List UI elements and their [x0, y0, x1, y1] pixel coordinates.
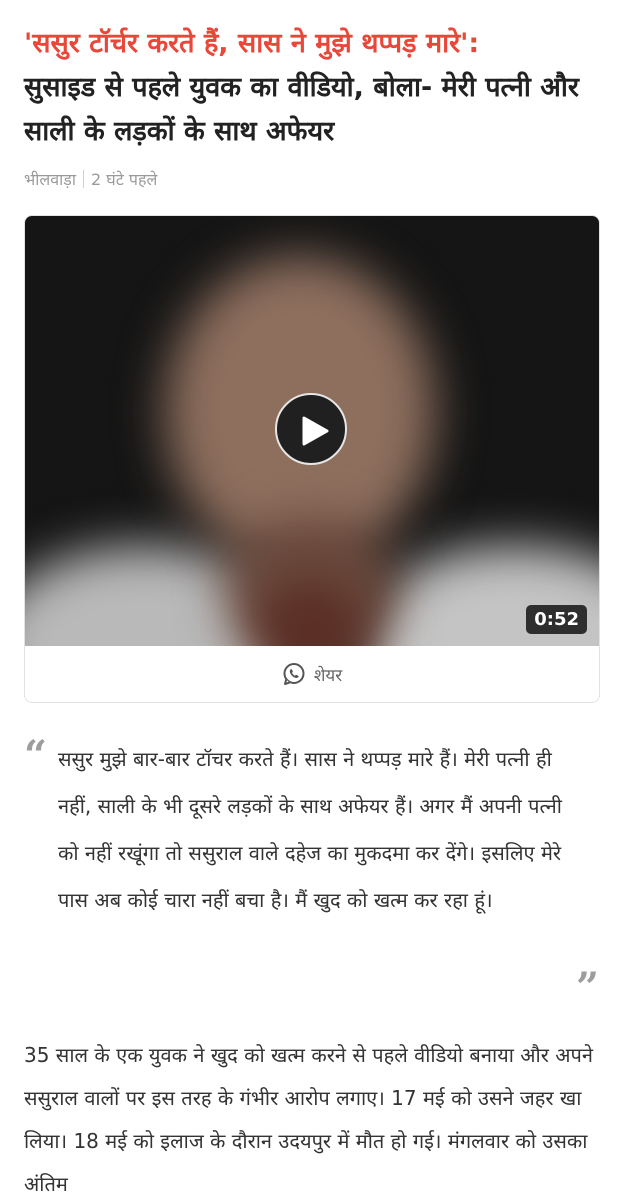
timestamp: 2 घंटे पहले	[90, 170, 158, 189]
article-page: 'ससुर टॉर्चर करते हैं, सास ने मुझे थप्पड…	[0, 0, 623, 1200]
article-meta: भीलवाड़ा 2 घंटे पहले	[24, 168, 157, 190]
video-card: 0:52 शेयर	[24, 215, 600, 703]
video-duration: 0:52	[526, 605, 587, 634]
quote-close-icon: ”	[575, 964, 599, 1011]
location-label[interactable]: भीलवाड़ा	[24, 168, 76, 190]
article-headline: 'ससुर टॉर्चर करते हैं, सास ने मुझे थप्पड…	[24, 22, 599, 154]
headline-title: सुसाइड से पहले युवक का वीडियो, बोला- मेर…	[24, 72, 579, 147]
quote-text: ससुर मुझे बार-बार टॉचर करते हैं। सास ने …	[58, 747, 562, 912]
share-label: शेयर	[313, 665, 343, 686]
whatsapp-icon	[283, 663, 305, 685]
share-button[interactable]: शेयर	[25, 646, 599, 702]
meta-divider	[82, 170, 84, 188]
video-player[interactable]: 0:52	[25, 216, 599, 646]
quote-block: “ ससुर मुझे बार-बार टॉचर करते हैं। सास न…	[24, 732, 599, 1011]
quote-open-icon: “	[24, 732, 48, 779]
headline-kicker: 'ससुर टॉर्चर करते हैं, सास ने मुझे थप्पड…	[24, 28, 480, 59]
play-button[interactable]	[275, 393, 347, 465]
article-body-paragraph: 35 साल के एक युवक ने खुद को खत्म करने से…	[24, 1043, 594, 1196]
play-icon	[302, 416, 329, 446]
